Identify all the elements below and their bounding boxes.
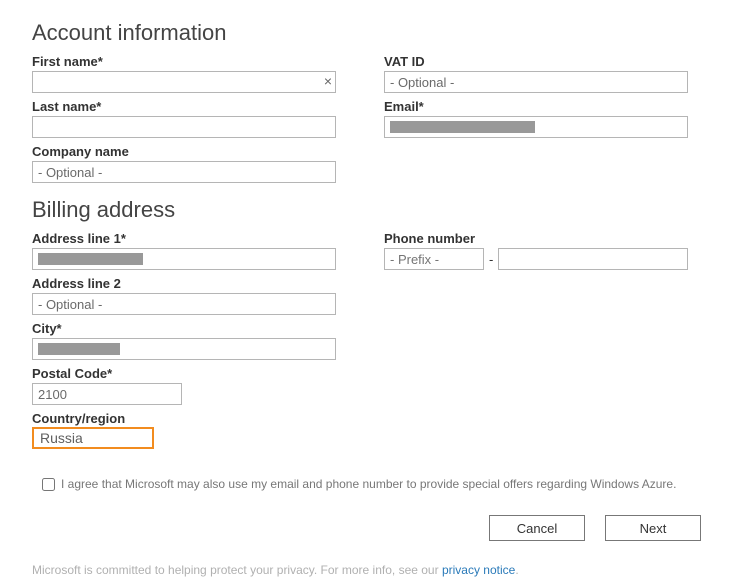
phone-dash: -	[489, 252, 493, 267]
account-section: Account information First name* × Last n…	[32, 20, 707, 189]
footer-suffix: .	[515, 563, 518, 577]
postal-input[interactable]	[32, 383, 182, 405]
phone-label: Phone number	[384, 231, 688, 246]
company-input[interactable]	[32, 161, 336, 183]
redacted-addr1	[38, 253, 143, 265]
addr2-input[interactable]	[32, 293, 336, 315]
last-name-input[interactable]	[32, 116, 336, 138]
email-label: Email*	[384, 99, 688, 114]
addr1-input[interactable]	[32, 248, 336, 270]
company-label: Company name	[32, 144, 336, 159]
city-input[interactable]	[32, 338, 336, 360]
privacy-link[interactable]: privacy notice	[442, 563, 515, 577]
consent-text: I agree that Microsoft may also use my e…	[61, 477, 676, 491]
consent-checkbox[interactable]	[42, 478, 55, 491]
country-label: Country/region	[32, 411, 336, 426]
clear-icon[interactable]: ×	[324, 74, 332, 88]
button-row: Cancel Next	[32, 515, 707, 541]
vat-input[interactable]	[384, 71, 688, 93]
first-name-label: First name*	[32, 54, 336, 69]
email-input[interactable]	[384, 116, 688, 138]
addr1-label: Address line 1*	[32, 231, 336, 246]
redacted-email	[390, 121, 535, 133]
addr2-label: Address line 2	[32, 276, 336, 291]
first-name-input[interactable]	[32, 71, 336, 93]
city-label: City*	[32, 321, 336, 336]
cancel-button[interactable]: Cancel	[489, 515, 585, 541]
redacted-city	[38, 343, 120, 355]
billing-heading: Billing address	[32, 197, 707, 223]
country-value: Russia	[40, 430, 83, 446]
privacy-footer: Microsoft is committed to helping protec…	[32, 563, 707, 577]
phone-prefix-input[interactable]	[384, 248, 484, 270]
vat-label: VAT ID	[384, 54, 688, 69]
postal-label: Postal Code*	[32, 366, 336, 381]
country-select[interactable]: Russia	[32, 427, 154, 449]
consent-row: I agree that Microsoft may also use my e…	[42, 477, 707, 491]
account-heading: Account information	[32, 20, 707, 46]
phone-number-input[interactable]	[498, 248, 688, 270]
next-button[interactable]: Next	[605, 515, 701, 541]
last-name-label: Last name*	[32, 99, 336, 114]
billing-section: Billing address Address line 1* Address …	[32, 197, 707, 455]
footer-text: Microsoft is committed to helping protec…	[32, 563, 442, 577]
